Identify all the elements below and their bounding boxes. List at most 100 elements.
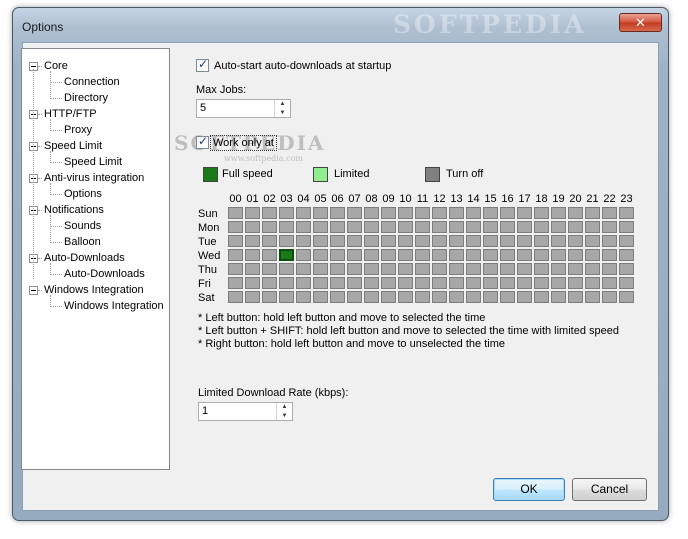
schedule-cell[interactable]: [568, 263, 583, 275]
spin-up-icon[interactable]: ▲: [277, 403, 292, 411]
auto-start-checkbox[interactable]: ✓: [196, 57, 209, 72]
tree-group[interactable]: Speed Limit: [44, 139, 102, 153]
schedule-cell[interactable]: [466, 263, 481, 275]
schedule-cell[interactable]: [432, 291, 447, 303]
tree-group[interactable]: HTTP/FTP: [44, 107, 97, 121]
schedule-cell[interactable]: [228, 263, 243, 275]
schedule-cell[interactable]: [398, 249, 413, 261]
schedule-cell[interactable]: [228, 277, 243, 289]
schedule-cell[interactable]: [330, 291, 345, 303]
schedule-cell[interactable]: [500, 207, 515, 219]
schedule-cell[interactable]: [228, 221, 243, 233]
schedule-cell[interactable]: [602, 291, 617, 303]
schedule-cell[interactable]: [347, 263, 362, 275]
schedule-cell[interactable]: [534, 235, 549, 247]
tree-item[interactable]: Speed Limit: [64, 155, 122, 169]
schedule-cell[interactable]: [534, 207, 549, 219]
schedule-cell[interactable]: [585, 263, 600, 275]
schedule-cell[interactable]: [585, 221, 600, 233]
schedule-cell[interactable]: [534, 291, 549, 303]
schedule-cell[interactable]: [517, 249, 532, 261]
schedule-cell[interactable]: [313, 277, 328, 289]
schedule-cell[interactable]: [551, 221, 566, 233]
schedule-cell[interactable]: [551, 249, 566, 261]
schedule-cell[interactable]: [296, 207, 311, 219]
schedule-cell[interactable]: [568, 207, 583, 219]
schedule-cell[interactable]: [279, 221, 294, 233]
schedule-cell[interactable]: [432, 235, 447, 247]
schedule-cell[interactable]: [517, 207, 532, 219]
schedule-cell[interactable]: [449, 207, 464, 219]
schedule-cell[interactable]: [534, 263, 549, 275]
schedule-cell[interactable]: [483, 235, 498, 247]
schedule-cell[interactable]: [568, 277, 583, 289]
schedule-cell[interactable]: [398, 277, 413, 289]
schedule-cell[interactable]: [245, 207, 260, 219]
schedule-cell[interactable]: [551, 291, 566, 303]
schedule-cell[interactable]: [585, 291, 600, 303]
schedule-cell[interactable]: [415, 207, 430, 219]
schedule-cell[interactable]: [262, 235, 277, 247]
schedule-cell[interactable]: [347, 249, 362, 261]
schedule-cell[interactable]: [279, 249, 294, 261]
tree-item[interactable]: Sounds: [64, 219, 101, 233]
schedule-cell[interactable]: [347, 221, 362, 233]
schedule-cell[interactable]: [432, 207, 447, 219]
schedule-cell[interactable]: [381, 277, 396, 289]
schedule-cell[interactable]: [296, 249, 311, 261]
schedule-cell[interactable]: [381, 291, 396, 303]
schedule-cell[interactable]: [466, 277, 481, 289]
spin-up-icon[interactable]: ▲: [275, 100, 290, 108]
schedule-cell[interactable]: [364, 249, 379, 261]
schedule-cell[interactable]: [483, 207, 498, 219]
schedule-cell[interactable]: [466, 221, 481, 233]
schedule-cell[interactable]: [296, 277, 311, 289]
schedule-cell[interactable]: [602, 277, 617, 289]
tree-item[interactable]: Auto-Downloads: [64, 267, 145, 281]
schedule-cell[interactable]: [228, 207, 243, 219]
schedule-cell[interactable]: [500, 263, 515, 275]
schedule-cell[interactable]: [398, 221, 413, 233]
tree-item[interactable]: Balloon: [64, 235, 101, 249]
schedule-cell[interactable]: [619, 291, 634, 303]
schedule-cell[interactable]: [381, 263, 396, 275]
schedule-cell[interactable]: [500, 291, 515, 303]
schedule-cell[interactable]: [483, 249, 498, 261]
schedule-cell[interactable]: [415, 263, 430, 275]
schedule-cell[interactable]: [228, 291, 243, 303]
collapse-icon[interactable]: [29, 286, 38, 295]
schedule-cell[interactable]: [330, 249, 345, 261]
schedule-cell[interactable]: [449, 263, 464, 275]
close-button[interactable]: ✕: [619, 13, 662, 32]
schedule-cell[interactable]: [602, 249, 617, 261]
schedule-cell[interactable]: [602, 207, 617, 219]
schedule-cell[interactable]: [619, 221, 634, 233]
schedule-cell[interactable]: [347, 207, 362, 219]
schedule-cell[interactable]: [279, 235, 294, 247]
schedule-cell[interactable]: [330, 235, 345, 247]
spin-down-icon[interactable]: ▼: [277, 412, 292, 420]
schedule-cell[interactable]: [415, 235, 430, 247]
schedule-cell[interactable]: [466, 235, 481, 247]
schedule-cell[interactable]: [551, 235, 566, 247]
schedule-cell[interactable]: [364, 207, 379, 219]
schedule-cell[interactable]: [296, 291, 311, 303]
schedule-cell[interactable]: [483, 291, 498, 303]
schedule-cell[interactable]: [585, 277, 600, 289]
schedule-cell[interactable]: [279, 207, 294, 219]
schedule-cell[interactable]: [398, 207, 413, 219]
schedule-cell[interactable]: [500, 221, 515, 233]
schedule-cell[interactable]: [313, 249, 328, 261]
title-bar[interactable]: Options SOFTPEDIA ✕: [13, 8, 668, 44]
schedule-cell[interactable]: [466, 249, 481, 261]
schedule-cell[interactable]: [296, 235, 311, 247]
schedule-cell[interactable]: [432, 277, 447, 289]
schedule-cell[interactable]: [534, 277, 549, 289]
schedule-cell[interactable]: [619, 207, 634, 219]
schedule-cell[interactable]: [228, 235, 243, 247]
schedule-cell[interactable]: [279, 263, 294, 275]
schedule-cell[interactable]: [330, 277, 345, 289]
schedule-cell[interactable]: [500, 277, 515, 289]
schedule-cell[interactable]: [551, 207, 566, 219]
schedule-cell[interactable]: [245, 291, 260, 303]
